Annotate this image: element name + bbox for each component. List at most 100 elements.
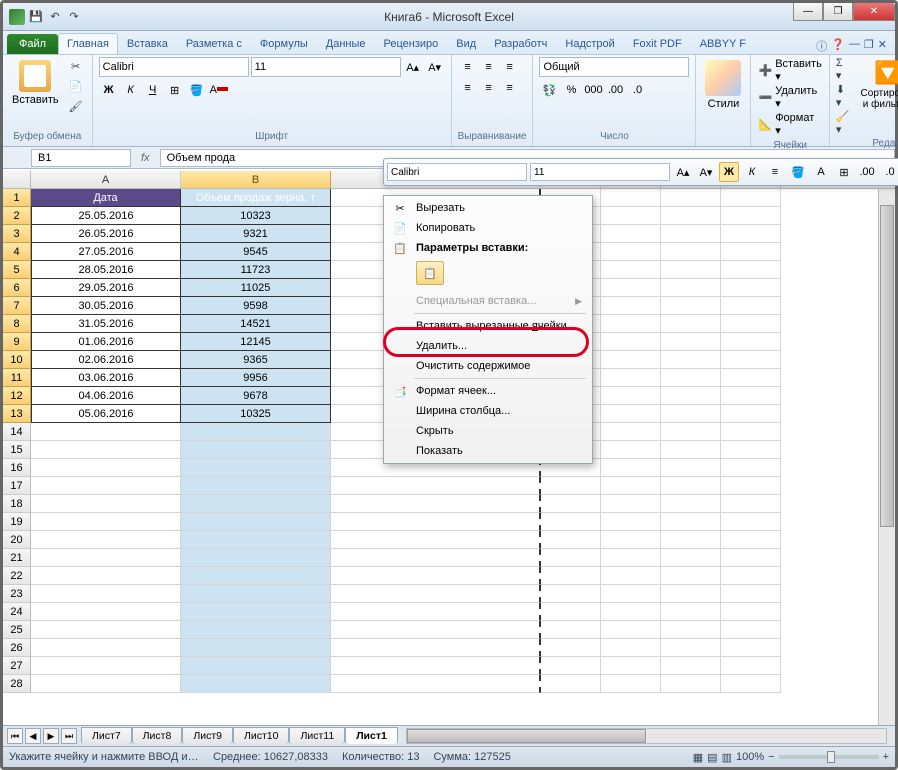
font-color-button[interactable]: A [209, 80, 229, 100]
insert-cells-button[interactable]: ➕ Вставить ▾ [757, 57, 822, 84]
zoom-level[interactable]: 100% [736, 751, 764, 763]
sheet-tab-active[interactable]: Лист1 [345, 727, 398, 744]
fill-color-button[interactable]: 🪣 [187, 80, 207, 100]
row-header[interactable]: 1 [3, 189, 31, 207]
cell[interactable] [661, 675, 721, 693]
row-header[interactable]: 15 [3, 441, 31, 459]
cell[interactable] [181, 531, 331, 549]
cm-format-cells[interactable]: 📑Формат ячеек... [386, 381, 590, 401]
cell[interactable]: 04.06.2016 [31, 387, 181, 405]
delete-cells-button[interactable]: ➖ Удалить ▾ [757, 84, 822, 111]
cell[interactable]: 12145 [181, 333, 331, 351]
cell[interactable] [661, 351, 721, 369]
cell[interactable] [541, 585, 601, 603]
align-bottom-icon[interactable]: ≡ [500, 57, 520, 77]
cell[interactable] [601, 477, 661, 495]
row-header[interactable]: 22 [3, 567, 31, 585]
cell[interactable] [601, 225, 661, 243]
sheet-tab[interactable]: Лист7 [81, 727, 132, 744]
sheet-nav-last[interactable]: ⏭ [61, 728, 77, 744]
cell[interactable] [661, 315, 721, 333]
cm-copy[interactable]: 📄Копировать [386, 218, 590, 238]
cell[interactable] [331, 639, 541, 657]
grow-font-icon[interactable]: A▴ [403, 57, 423, 77]
cell[interactable]: 9321 [181, 225, 331, 243]
cell[interactable] [181, 657, 331, 675]
cell[interactable] [541, 531, 601, 549]
cell[interactable] [31, 531, 181, 549]
border-button[interactable]: ⊞ [165, 80, 185, 100]
cell[interactable] [601, 531, 661, 549]
cell[interactable] [181, 603, 331, 621]
tab-home[interactable]: Главная [58, 33, 118, 54]
cell[interactable] [721, 495, 781, 513]
row-header[interactable]: 23 [3, 585, 31, 603]
bold-button[interactable]: Ж [99, 80, 119, 100]
cell[interactable] [331, 621, 541, 639]
row-header[interactable]: 27 [3, 657, 31, 675]
row-header[interactable]: 10 [3, 351, 31, 369]
sheet-tab[interactable]: Лист11 [289, 727, 345, 744]
cell[interactable] [331, 585, 541, 603]
cell[interactable] [601, 423, 661, 441]
cell[interactable] [721, 603, 781, 621]
cell[interactable] [721, 477, 781, 495]
sheet-nav-next[interactable]: ▶ [43, 728, 59, 744]
cell[interactable]: 05.06.2016 [31, 405, 181, 423]
cell[interactable] [661, 441, 721, 459]
cell[interactable] [181, 441, 331, 459]
cell[interactable] [601, 279, 661, 297]
cell[interactable]: Дата [31, 189, 181, 207]
cell[interactable] [601, 387, 661, 405]
cell[interactable] [541, 549, 601, 567]
cell[interactable] [331, 477, 541, 495]
fx-icon[interactable]: fx [131, 152, 160, 164]
align-top-icon[interactable]: ≡ [458, 57, 478, 77]
cell[interactable] [661, 225, 721, 243]
cell[interactable] [331, 495, 541, 513]
mdi-close-icon[interactable]: ✕ [878, 38, 887, 54]
cell[interactable] [721, 207, 781, 225]
row-header[interactable]: 19 [3, 513, 31, 531]
cell[interactable] [601, 621, 661, 639]
cell[interactable] [721, 387, 781, 405]
vertical-scrollbar[interactable] [878, 189, 895, 725]
save-icon[interactable]: 💾 [28, 9, 44, 25]
cell[interactable] [661, 369, 721, 387]
cm-show[interactable]: Показать [386, 441, 590, 461]
mini-border-icon[interactable]: ⊞ [834, 162, 854, 182]
cell[interactable] [721, 567, 781, 585]
cell[interactable]: 31.05.2016 [31, 315, 181, 333]
shrink-font-icon[interactable]: A▾ [425, 57, 445, 77]
cell[interactable] [661, 585, 721, 603]
row-header[interactable]: 5 [3, 261, 31, 279]
cell[interactable] [661, 189, 721, 207]
cell[interactable] [721, 369, 781, 387]
cell[interactable]: 26.05.2016 [31, 225, 181, 243]
align-middle-icon[interactable]: ≡ [479, 57, 499, 77]
tab-data[interactable]: Данные [317, 33, 375, 54]
clear-icon[interactable]: 🧹▾ [836, 110, 850, 136]
cell[interactable] [601, 495, 661, 513]
row-header[interactable]: 25 [3, 621, 31, 639]
mini-italic-button[interactable]: К [742, 162, 762, 182]
row-header[interactable]: 3 [3, 225, 31, 243]
cell[interactable]: 25.05.2016 [31, 207, 181, 225]
name-box[interactable] [31, 149, 131, 167]
cell[interactable] [661, 459, 721, 477]
cell[interactable] [721, 297, 781, 315]
cell[interactable] [721, 279, 781, 297]
cell[interactable] [721, 351, 781, 369]
cell[interactable] [31, 603, 181, 621]
row-header[interactable]: 12 [3, 387, 31, 405]
view-normal-icon[interactable]: ▦ [693, 751, 703, 764]
col-header-B[interactable]: B [181, 171, 331, 188]
row-header[interactable]: 13 [3, 405, 31, 423]
cell[interactable] [721, 225, 781, 243]
styles-button[interactable]: Стили [702, 57, 744, 113]
cell[interactable] [721, 657, 781, 675]
cell[interactable]: 9956 [181, 369, 331, 387]
row-header[interactable]: 20 [3, 531, 31, 549]
cell[interactable] [181, 477, 331, 495]
cell[interactable] [331, 513, 541, 531]
